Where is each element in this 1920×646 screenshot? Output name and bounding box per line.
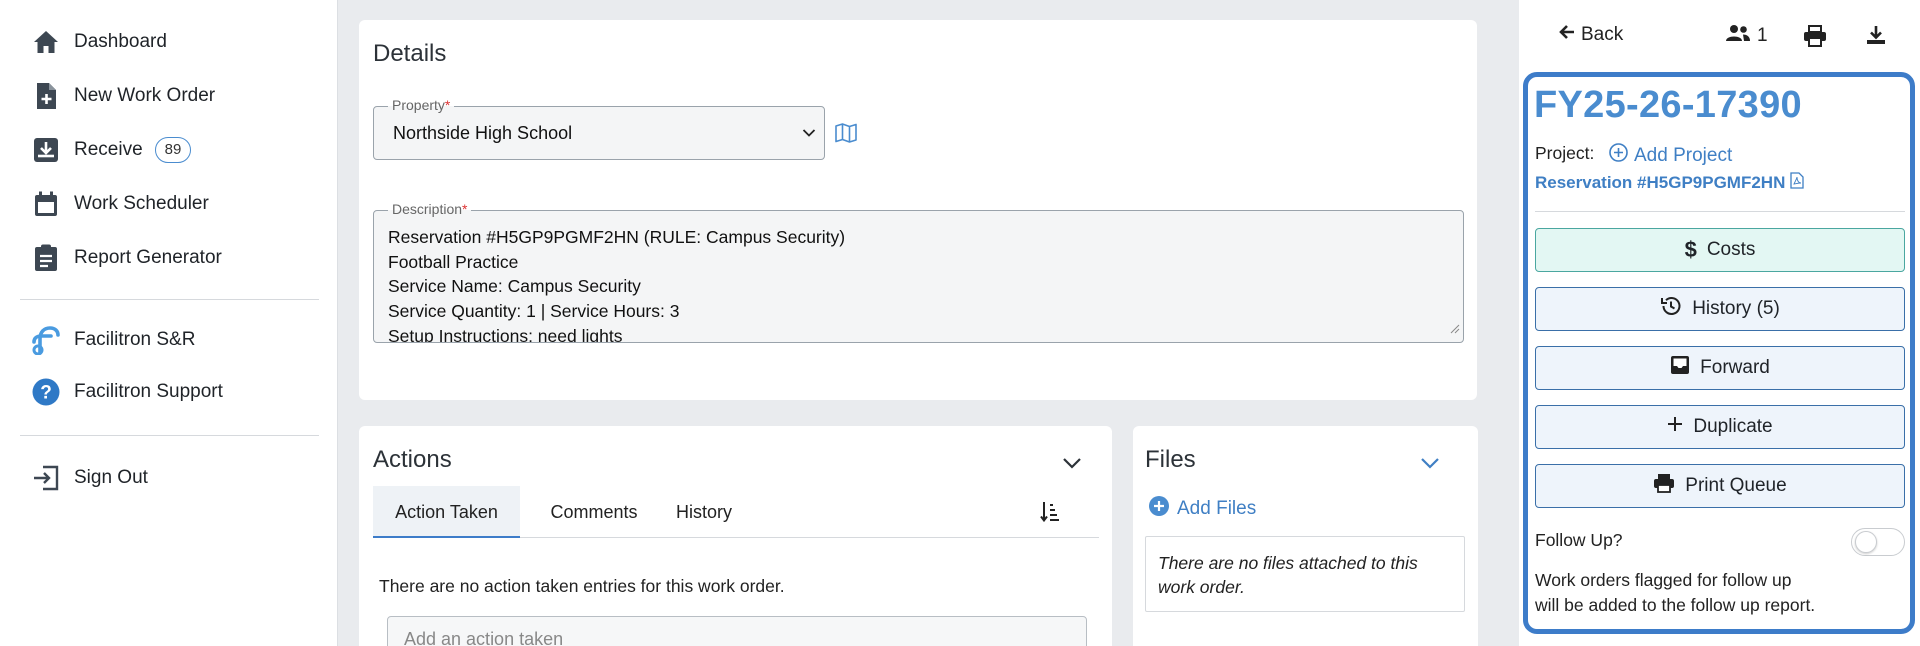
sidebar: Dashboard New Work Order Receive 89 Work… (0, 0, 338, 646)
reservation-label: Reservation #H5GP9PGMF2HN (1535, 173, 1786, 192)
project-label: Project: (1535, 143, 1595, 163)
dollar-icon: $ (1684, 237, 1697, 262)
facilitron-logo-icon (30, 324, 62, 356)
description-viewport: Reservation #H5GP9PGMF2HN (RULE: Campus … (374, 211, 1463, 342)
costs-label: Costs (1706, 239, 1756, 260)
add-files-button[interactable]: Add Files (1149, 496, 1256, 522)
sidebar-item-facilitron-support[interactable]: ? Facilitron Support (30, 372, 223, 412)
files-title: Files (1145, 446, 1196, 473)
sort-icon[interactable] (1040, 501, 1060, 528)
back-label: Back (1581, 24, 1624, 45)
print-icon (1653, 473, 1675, 499)
tab-action-taken[interactable]: Action Taken (373, 486, 520, 538)
sidebar-item-report-generator[interactable]: Report Generator (30, 238, 222, 278)
history-label: History (5) (1692, 298, 1780, 319)
forward-button[interactable]: Forward (1535, 346, 1905, 390)
sidebar-item-label: Dashboard (74, 31, 167, 52)
help-circle-icon: ? (30, 376, 62, 408)
svg-text:?: ? (40, 383, 52, 404)
back-button[interactable]: Back (1559, 24, 1623, 46)
users-icon (1725, 24, 1751, 48)
inbox-download-icon (30, 134, 62, 166)
history-icon (1660, 295, 1682, 323)
sidebar-item-label: Report Generator (74, 247, 222, 268)
property-select[interactable]: Property* Northside High School (373, 97, 825, 160)
description-text: Reservation #H5GP9PGMF2HN (RULE: Campus … (388, 227, 846, 342)
actions-empty-message: There are no action taken entries for th… (379, 576, 785, 596)
actions-title: Actions (373, 446, 452, 473)
add-circle-icon (1609, 143, 1628, 168)
receive-count-badge: 89 (154, 137, 192, 163)
duplicate-button[interactable]: Duplicate (1535, 405, 1905, 449)
property-value: Northside High School (393, 123, 573, 143)
add-circle-icon (1149, 496, 1169, 522)
users-count: 1 (1757, 25, 1768, 46)
sign-out-icon (30, 462, 62, 494)
sidebar-item-label: Sign Out (74, 467, 148, 488)
reservation-link[interactable]: Reservation #H5GP9PGMF2HN (1535, 172, 1805, 194)
add-files-label: Add Files (1177, 498, 1257, 519)
sidebar-item-dashboard[interactable]: Dashboard (30, 22, 167, 62)
sidebar-divider (20, 435, 319, 436)
sidebar-item-label: Receive (74, 139, 143, 160)
print-queue-label: Print Queue (1685, 475, 1787, 496)
chevron-down-icon (802, 125, 816, 143)
description-textarea[interactable]: Description* Reservation #H5GP9PGMF2HN (… (373, 201, 1464, 343)
arrow-left-icon (1559, 24, 1575, 46)
sidebar-item-label: Facilitron Support (74, 381, 223, 402)
actions-tabs: Action Taken Comments History (373, 486, 1099, 538)
print-queue-button[interactable]: Print Queue (1535, 464, 1905, 508)
sidebar-item-work-scheduler[interactable]: Work Scheduler (30, 184, 209, 224)
costs-button[interactable]: $ Costs (1535, 228, 1905, 272)
forward-label: Forward (1700, 357, 1770, 378)
property-label: Property* (388, 97, 455, 113)
add-project-label: Add Project (1634, 144, 1733, 166)
sidebar-item-label: Facilitron S&R (74, 329, 196, 350)
plus-icon (1667, 416, 1683, 438)
sidebar-divider (20, 299, 319, 300)
inbox-icon (1670, 355, 1690, 381)
tab-history[interactable]: History (663, 486, 745, 538)
tab-comments[interactable]: Comments (538, 486, 650, 538)
follow-up-label: Follow Up? (1535, 530, 1623, 550)
chevron-down-icon[interactable] (1420, 456, 1440, 474)
calendar-icon (30, 188, 62, 220)
map-icon[interactable] (835, 123, 857, 148)
sidebar-item-new-work-order[interactable]: New Work Order (30, 76, 215, 116)
home-icon (30, 26, 62, 58)
follow-up-note: Work orders flagged for follow up will b… (1535, 570, 1816, 615)
details-title: Details (373, 40, 447, 67)
sidebar-item-label: New Work Order (74, 85, 216, 106)
toggle-knob (1855, 531, 1877, 553)
clipboard-icon (30, 242, 62, 274)
add-project-button[interactable]: Add Project (1609, 143, 1732, 168)
action-taken-input[interactable]: Add an action taken (387, 616, 1087, 646)
file-plus-icon (30, 80, 62, 112)
sign-out-button[interactable]: Sign Out (30, 458, 148, 498)
print-icon[interactable] (1803, 25, 1827, 52)
sidebar-item-label: Work Scheduler (74, 193, 209, 214)
history-button[interactable]: History (5) (1535, 287, 1905, 331)
chevron-down-icon[interactable] (1062, 456, 1082, 474)
sidebar-item-facilitron-sr[interactable]: Facilitron S&R (30, 320, 195, 360)
files-empty-message: There are no files attached to this work… (1145, 536, 1465, 612)
users-count-button[interactable]: 1 (1725, 24, 1768, 48)
follow-up-toggle[interactable] (1851, 528, 1905, 556)
duplicate-label: Duplicate (1693, 416, 1773, 437)
download-icon[interactable] (1866, 25, 1886, 50)
panel-divider (1535, 211, 1905, 212)
pdf-file-icon (1790, 172, 1805, 194)
files-card: Files Add Files There are no files attac… (1133, 426, 1478, 646)
work-order-id: FY25-26-17390 (1534, 84, 1802, 126)
sidebar-item-receive[interactable]: Receive 89 (30, 130, 192, 170)
details-card: Details Property* Northside High School … (359, 20, 1477, 400)
resize-handle-icon[interactable] (1450, 321, 1460, 339)
